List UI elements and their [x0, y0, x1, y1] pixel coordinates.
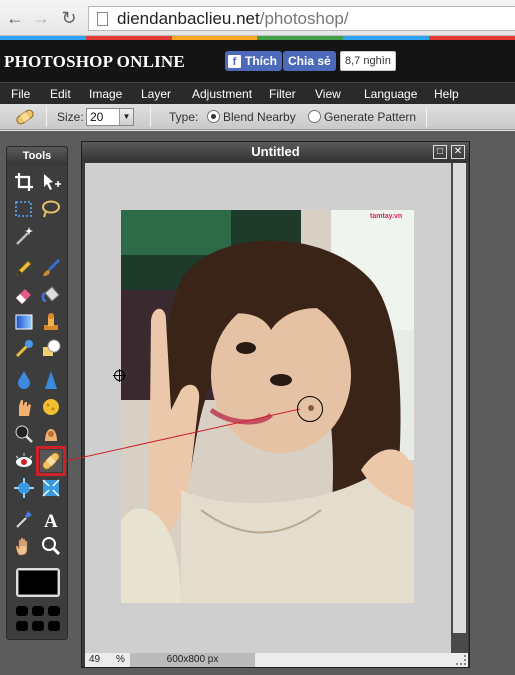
annotation-overlay	[65, 408, 301, 462]
brush-cursor	[297, 396, 323, 422]
annotation-line	[65, 408, 301, 462]
crosshair-cursor-icon	[113, 369, 126, 382]
